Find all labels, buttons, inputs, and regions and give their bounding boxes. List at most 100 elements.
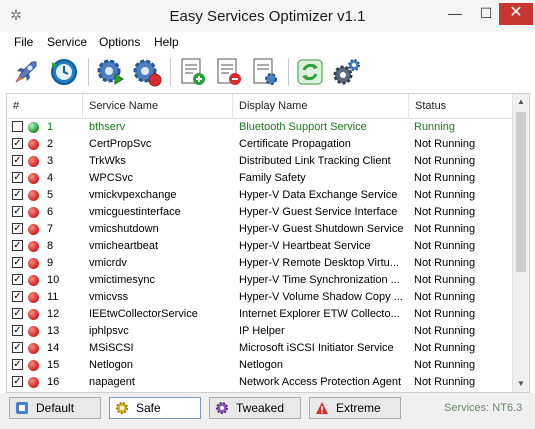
row-service-name: WPCSvc — [89, 172, 133, 184]
table-row[interactable]: ✓ 4 WPCSvc Family Safety Not Running — [7, 170, 512, 187]
row-status: Not Running — [414, 189, 476, 201]
stop-service-icon[interactable] — [131, 56, 163, 88]
table-row[interactable]: ✓ 9 vmicrdv Hyper-V Remote Desktop Virtu...… — [7, 255, 512, 272]
row-display-name: Hyper-V Remote Desktop Virtu... — [239, 257, 399, 269]
table-row[interactable]: ✓ 3 TrkWks Distributed Link Tracking Client… — [7, 153, 512, 170]
row-checkbox[interactable]: ✓ — [12, 138, 23, 149]
minimize-button[interactable]: — — [441, 3, 469, 25]
row-display-name: Microsoft iSCSI Initiator Service — [239, 342, 394, 354]
row-checkbox[interactable]: ✓ — [12, 257, 23, 268]
services-list[interactable]: # Service Name Display Name Status 1 bths… — [6, 93, 530, 393]
table-row[interactable]: ✓ 7 vmicshutdown Hyper-V Guest Shutdown Ser… — [7, 221, 512, 238]
table-row[interactable]: 1 bthserv Bluetooth Support Service Running — [7, 119, 512, 136]
row-checkbox[interactable]: ✓ — [12, 223, 23, 234]
stopped-status-icon — [28, 377, 39, 388]
row-number: 8 — [47, 240, 54, 252]
row-checkbox[interactable]: ✓ — [12, 240, 23, 251]
profile-extreme-button[interactable]: Extreme — [309, 397, 401, 419]
profile-tweaked-button[interactable]: Tweaked — [209, 397, 301, 419]
column-header-service-name[interactable]: Service Name — [83, 94, 233, 118]
scroll-up-icon[interactable]: ▲ — [513, 94, 529, 110]
restore-clock-icon[interactable] — [48, 56, 80, 88]
row-status: Not Running — [414, 223, 476, 235]
scroll-down-icon[interactable]: ▼ — [513, 376, 529, 392]
stopped-status-icon — [28, 224, 39, 235]
profile-safe-button[interactable]: Safe — [109, 397, 201, 419]
stopped-status-icon — [28, 139, 39, 150]
row-service-name: iphlpsvc — [89, 325, 129, 337]
row-number: 6 — [47, 206, 54, 218]
row-display-name: Hyper-V Heartbeat Service — [239, 240, 371, 252]
table-row[interactable]: ✓ 6 vmicguestinterface Hyper-V Guest Servic… — [7, 204, 512, 221]
row-checkbox[interactable]: ✓ — [12, 308, 23, 319]
row-service-name: Netlogon — [89, 359, 134, 371]
row-display-name: Hyper-V Data Exchange Service — [239, 189, 398, 201]
stopped-status-icon — [28, 173, 39, 184]
row-status: Not Running — [414, 291, 476, 303]
maximize-button[interactable]: ☐ — [472, 3, 500, 25]
row-number: 5 — [47, 189, 54, 201]
row-checkbox[interactable]: ✓ — [12, 342, 23, 353]
table-row[interactable]: ✓ 16 napagent Network Access Protection Age… — [7, 374, 512, 391]
row-checkbox[interactable]: ✓ — [12, 206, 23, 217]
row-checkbox[interactable] — [12, 121, 23, 132]
scroll-thumb[interactable] — [516, 112, 526, 272]
column-header-number[interactable]: # — [7, 94, 83, 118]
row-status: Not Running — [414, 376, 476, 388]
row-display-name: Distributed Link Tracking Client — [239, 155, 391, 167]
column-header-display-name[interactable]: Display Name — [233, 94, 409, 118]
toolbar-separator — [88, 58, 89, 86]
remove-list-icon[interactable] — [213, 56, 245, 88]
table-row[interactable]: ✓ 11 vmicvss Hyper-V Volume Shadow Copy ...… — [7, 289, 512, 306]
profile-bar: Default Safe Tweaked Extreme Services: N… — [0, 393, 535, 429]
row-checkbox[interactable]: ✓ — [12, 376, 23, 387]
status-text: Services: NT6.3 — [444, 402, 523, 414]
menu-bar: File Service Options Help — [0, 32, 535, 52]
row-display-name: Network Access Protection Agent — [239, 376, 402, 388]
start-service-icon[interactable] — [95, 56, 127, 88]
table-row[interactable]: ✓ 2 CertPropSvc Certificate Propagation Not … — [7, 136, 512, 153]
stopped-status-icon — [28, 309, 39, 320]
row-status: Not Running — [414, 240, 476, 252]
list-settings-icon[interactable] — [249, 56, 281, 88]
menu-service[interactable]: Service — [47, 35, 87, 49]
vertical-scrollbar[interactable]: ▲ ▼ — [512, 94, 529, 392]
stopped-status-icon — [28, 360, 39, 371]
row-number: 3 — [47, 155, 54, 167]
toolbar-separator — [170, 58, 171, 86]
menu-file[interactable]: File — [14, 35, 33, 49]
stopped-status-icon — [28, 190, 39, 201]
row-checkbox[interactable]: ✓ — [12, 325, 23, 336]
row-checkbox[interactable]: ✓ — [12, 359, 23, 370]
profile-default-button[interactable]: Default — [9, 397, 101, 419]
optimize-rocket-icon[interactable] — [10, 56, 42, 88]
close-button[interactable]: ✕ — [499, 3, 533, 25]
row-checkbox[interactable]: ✓ — [12, 172, 23, 183]
row-display-name: Family Safety — [239, 172, 306, 184]
add-list-icon[interactable] — [177, 56, 209, 88]
row-number: 7 — [47, 223, 54, 235]
table-row[interactable]: ✓ 15 Netlogon Netlogon Not Running — [7, 357, 512, 374]
table-row[interactable]: ✓ 5 vmickvpexchange Hyper-V Data Exchange S… — [7, 187, 512, 204]
table-row[interactable]: ✓ 14 MSiSCSI Microsoft iSCSI Initiator Serv… — [7, 340, 512, 357]
row-checkbox[interactable]: ✓ — [12, 274, 23, 285]
table-row[interactable]: ✓ 10 vmictimesync Hyper-V Time Synchronizat… — [7, 272, 512, 289]
row-checkbox[interactable]: ✓ — [12, 291, 23, 302]
column-header-status[interactable]: Status — [409, 94, 512, 118]
tweaked-icon — [216, 402, 228, 414]
stopped-status-icon — [28, 207, 39, 218]
table-row[interactable]: ✓ 13 iphlpsvc IP Helper Not Running — [7, 323, 512, 340]
table-row[interactable]: ✓ 12 IEEtwCollectorService Internet Explore… — [7, 306, 512, 323]
menu-options[interactable]: Options — [99, 35, 140, 49]
table-row[interactable]: ✓ 8 vmicheartbeat Hyper-V Heartbeat Service… — [7, 238, 512, 255]
row-checkbox[interactable]: ✓ — [12, 155, 23, 166]
refresh-icon[interactable] — [294, 56, 326, 88]
row-status: Not Running — [414, 325, 476, 337]
row-status: Running — [414, 121, 455, 133]
settings-gears-icon[interactable] — [330, 56, 362, 88]
row-service-name: vmicshutdown — [89, 223, 159, 235]
row-checkbox[interactable]: ✓ — [12, 189, 23, 200]
menu-help[interactable]: Help — [154, 35, 179, 49]
row-display-name: Internet Explorer ETW Collecto... — [239, 308, 400, 320]
row-status: Not Running — [414, 155, 476, 167]
